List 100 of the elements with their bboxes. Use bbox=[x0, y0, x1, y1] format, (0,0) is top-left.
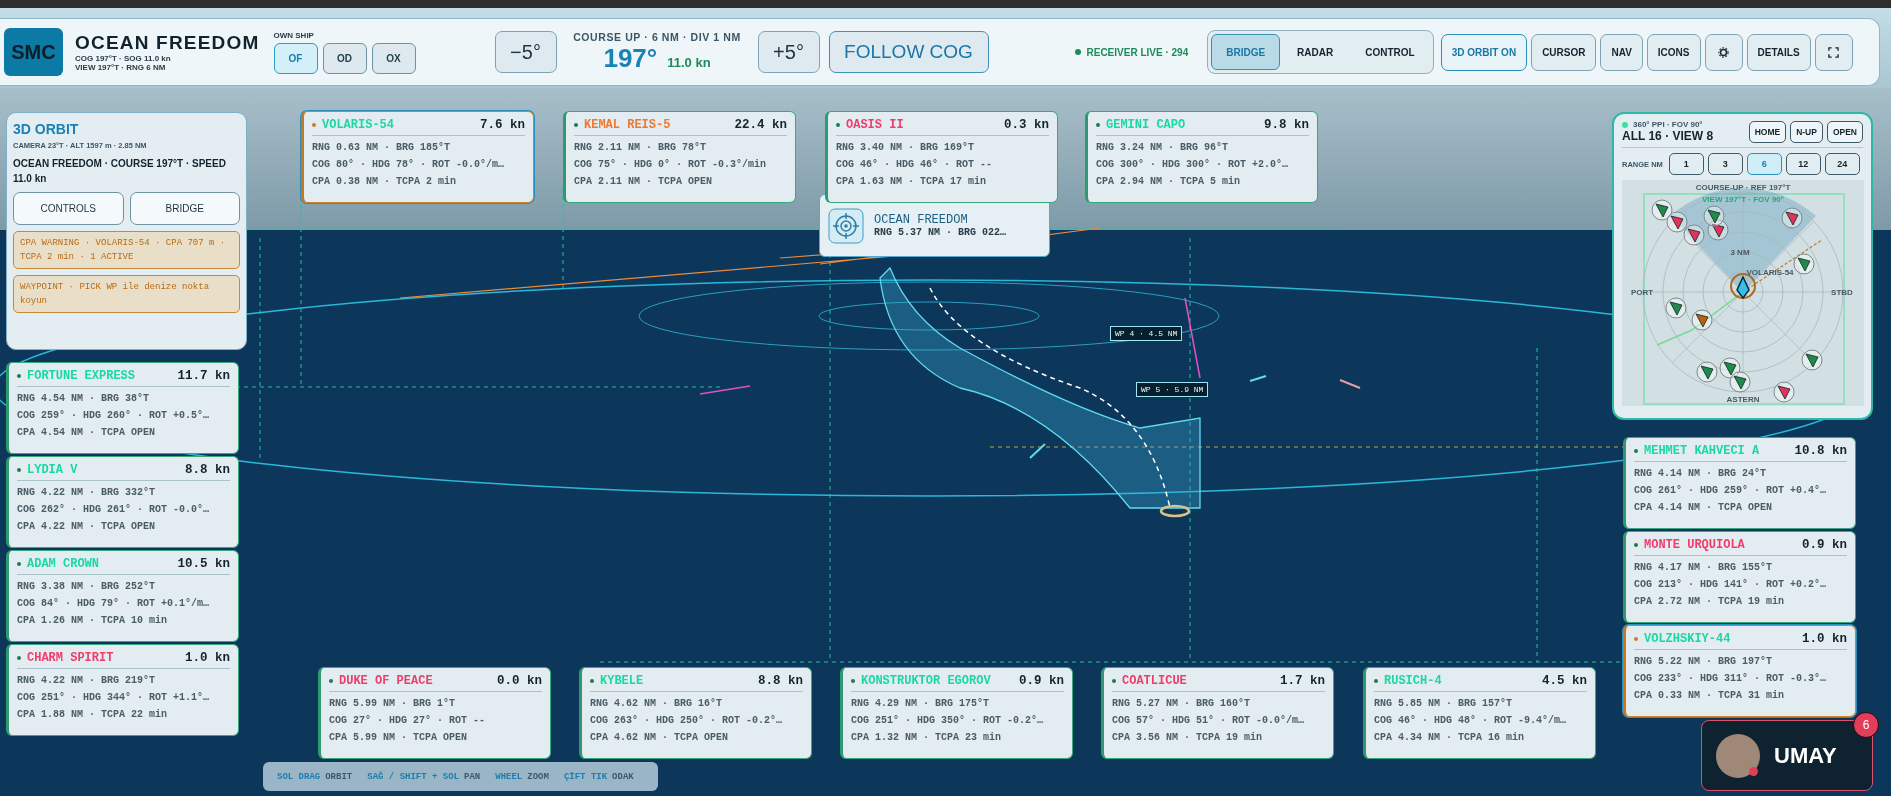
range-button[interactable]: 1 bbox=[1668, 153, 1704, 175]
vessel-marker[interactable] bbox=[1781, 207, 1803, 229]
range-button[interactable]: 24 bbox=[1824, 153, 1860, 175]
course-heading-text: COG 27° · HDG 27° · ROT -- bbox=[329, 714, 487, 728]
vessel-marker[interactable] bbox=[1801, 349, 1823, 371]
focus-vessel-name: OCEAN FREEDOM bbox=[874, 213, 969, 227]
course-heading-text: COG 84° · HDG 79° · ROT +0.1°/m… bbox=[17, 597, 211, 611]
status-dot-icon bbox=[851, 679, 855, 683]
rotate-right-button[interactable]: +5° bbox=[757, 31, 820, 73]
panel-button[interactable]: BRIDGE bbox=[129, 192, 240, 225]
vessel-speed: 0.0 kn bbox=[497, 674, 542, 688]
vessel-speed: 0.9 kn bbox=[1019, 674, 1064, 688]
status-dot-icon bbox=[17, 562, 21, 566]
live-dot-icon bbox=[1074, 49, 1081, 55]
toolbar-button[interactable]: CURSOR bbox=[1531, 33, 1597, 71]
port-label: PORT bbox=[1630, 288, 1654, 297]
vessel-marker[interactable] bbox=[1719, 357, 1741, 379]
own-ship-name: OCEAN FREEDOM bbox=[75, 32, 260, 54]
hint-action: PAN bbox=[464, 771, 481, 782]
range-bearing-text: RNG 3.40 NM · BRG 169°T bbox=[836, 141, 976, 155]
range-button[interactable]: 12 bbox=[1785, 153, 1821, 175]
live-dot-icon bbox=[1622, 121, 1628, 128]
own-ship-button[interactable]: OX bbox=[371, 42, 416, 74]
vessel-marker[interactable] bbox=[1729, 371, 1751, 393]
cpa-text: CPA 2.11 NM · TCPA OPEN bbox=[574, 175, 714, 189]
vessel-name: KEMAL REIS-5 bbox=[584, 118, 671, 132]
own-ship-view: VIEW 197°T · RNG 6 NM bbox=[75, 63, 167, 72]
rotate-left-button[interactable]: −5° bbox=[494, 31, 557, 73]
settings-button[interactable] bbox=[1704, 33, 1743, 71]
status-dot-icon bbox=[1634, 543, 1638, 547]
vessel-marker[interactable] bbox=[1683, 224, 1705, 246]
target-card[interactable]: COATLICUE 1.7 kn RNG 5.27 NM · BRG 160°T COG 57° · HDG 51° · ROT -0.0°/m… CPA 3.56 NM · TCPA 19 min bbox=[1101, 667, 1334, 759]
target-card[interactable]: MEHMET KAHVECI A 10.8 kn RNG 4.14 NM · BRG 24°T COG 261° · HDG 259° · ROT +0.4°… CPA 4.14 NM · TCPA OPEN bbox=[1623, 437, 1856, 529]
toolbar-button[interactable]: 3D ORBIT ON bbox=[1440, 33, 1528, 71]
fullscreen-button[interactable] bbox=[1814, 33, 1853, 71]
vessel-name: MEHMET KAHVECI A bbox=[1644, 444, 1760, 458]
panel-title: 3D ORBIT bbox=[13, 121, 80, 137]
vessel-marker[interactable] bbox=[1793, 253, 1815, 275]
course-heading-text: COG 46° · HDG 48° · ROT -9.4°/m… bbox=[1374, 714, 1568, 728]
vessel-marker[interactable] bbox=[1773, 381, 1795, 403]
own-ship-label: OWN SHIP bbox=[273, 30, 315, 40]
target-card[interactable]: RUSICH-4 4.5 kn RNG 5.85 NM · BRG 157°T COG 46° · HDG 48° · ROT -9.4°/m… CPA 4.34 NM · TCPA 16 min bbox=[1363, 667, 1596, 759]
user-name: UMAY bbox=[1774, 742, 1837, 769]
target-card[interactable]: VOLZHSKIY-44 1.0 kn RNG 5.22 NM · BRG 197°T COG 233° · HDG 311° · ROT -0.3°… CPA 0.33 NM · TCPA 31 min bbox=[1623, 625, 1856, 717]
own-ship-button[interactable]: OF bbox=[273, 42, 318, 74]
view-tab[interactable]: RADAR bbox=[1282, 34, 1349, 70]
target-card[interactable]: KEMAL REIS-5 22.4 kn RNG 2.11 NM · BRG 78°T COG 75° · HDG 0° · ROT -0.3°/min CPA 2.11 NM · TCPA OPEN bbox=[563, 111, 796, 203]
vessel-marker[interactable] bbox=[1696, 361, 1718, 383]
target-card[interactable]: DUKE OF PEACE 0.0 kn RNG 5.99 NM · BRG 1°T COG 27° · HDG 27° · ROT -- CPA 5.99 NM · TCPA OPEN bbox=[318, 667, 551, 759]
astern-label: ASTERN bbox=[1726, 395, 1760, 404]
course-heading-text: COG 300° · HDG 300° · ROT +2.0°… bbox=[1096, 158, 1290, 172]
target-card[interactable]: OASIS II 0.3 kn RNG 3.40 NM · BRG 169°T COG 46° · HDG 46° · ROT -- CPA 1.63 NM · TCPA 17 min bbox=[825, 111, 1058, 203]
status-dot-icon bbox=[574, 123, 578, 127]
target-card[interactable]: KYBELE 8.8 kn RNG 4.62 NM · BRG 16°T COG 263° · HDG 250° · ROT -0.2°… CPA 4.62 NM · TCPA OPEN bbox=[579, 667, 812, 759]
vessel-speed: 0.9 kn bbox=[1802, 538, 1847, 552]
course-heading-text: COG 213° · HDG 141° · ROT +0.2°… bbox=[1634, 578, 1828, 592]
target-card[interactable]: CHARM SPIRIT 1.0 kn RNG 4.22 NM · BRG 219°T COG 251° · HDG 344° · ROT +1.1°… CPA 1.88 NM · TCPA 22 min bbox=[6, 644, 239, 736]
panel-button[interactable]: CONTROLS bbox=[13, 192, 124, 225]
radar-button[interactable]: HOME bbox=[1748, 120, 1787, 143]
target-card[interactable]: VOLARIS-54 7.6 kn RNG 0.63 NM · BRG 185°T COG 80° · HDG 78° · ROT -0.0°/m… CPA 0.38 NM · TCPA 2 min bbox=[301, 111, 534, 203]
view-tab[interactable]: CONTROL bbox=[1350, 34, 1430, 70]
course-heading-text: COG 262° · HDG 261° · ROT -0.0°… bbox=[17, 503, 211, 517]
range-ring-label: 3 NM bbox=[1730, 248, 1750, 257]
cpa-text: CPA 4.14 NM · TCPA OPEN bbox=[1634, 501, 1774, 515]
avatar bbox=[1716, 733, 1760, 778]
status-dot-icon bbox=[1634, 449, 1638, 453]
target-card[interactable]: FORTUNE EXPRESS 11.7 kn RNG 4.54 NM · BRG 38°T COG 259° · HDG 260° · ROT +0.5°… CPA 4.54 NM · TCPA OPEN bbox=[6, 362, 239, 454]
range-bearing-text: RNG 4.22 NM · BRG 219°T bbox=[17, 674, 157, 688]
status-dot-icon bbox=[1374, 679, 1378, 683]
target-card[interactable]: KONSTRUKTOR EGOROV 0.9 kn RNG 4.29 NM · BRG 175°T COG 251° · HDG 350° · ROT -0.2°… CPA 1.32 NM · TCPA 23 min bbox=[840, 667, 1073, 759]
vessel-marker[interactable] bbox=[1691, 309, 1713, 331]
vessel-speed: 9.8 kn bbox=[1264, 118, 1309, 132]
vessel-marker[interactable] bbox=[1665, 297, 1687, 319]
target-card[interactable]: GEMINI CAPO 9.8 kn RNG 3.24 NM · BRG 96°T COG 300° · HDG 300° · ROT +2.0°… CPA 2.94 NM · TCPA 5 min bbox=[1085, 111, 1318, 203]
target-card[interactable]: ADAM CROWN 10.5 kn RNG 3.38 NM · BRG 252°T COG 84° · HDG 79° · ROT +0.1°/m… CPA 1.26 NM · TCPA 10 min bbox=[6, 550, 239, 642]
vessel-name: CHARM SPIRIT bbox=[27, 651, 114, 665]
course-mode: COURSE UP · 6 NM · DIV 1 NM bbox=[572, 30, 742, 43]
vessel-speed: 10.5 kn bbox=[177, 557, 230, 571]
vessel-marker[interactable] bbox=[1666, 211, 1688, 233]
hint-key: SOL DRAG bbox=[277, 771, 321, 782]
radar-reference: COURSE-UP · REF 197°T bbox=[1695, 183, 1791, 192]
range-button[interactable]: 3 bbox=[1707, 153, 1743, 175]
vessel-marker[interactable] bbox=[1707, 219, 1729, 241]
toolbar-button[interactable]: DETAILS bbox=[1746, 33, 1811, 71]
radar-button[interactable]: N-UP bbox=[1790, 120, 1823, 143]
vessel-speed: 8.8 kn bbox=[758, 674, 803, 688]
hint-action: ORBIT bbox=[325, 771, 353, 782]
target-card[interactable]: LYDIA V 8.8 kn RNG 4.22 NM · BRG 332°T COG 262° · HDG 261° · ROT -0.0°… CPA 4.22 NM · TCPA OPEN bbox=[6, 456, 239, 548]
toolbar-button[interactable]: ICONS bbox=[1646, 33, 1701, 71]
own-ship-button[interactable]: OD bbox=[322, 42, 367, 74]
radar-button[interactable]: OPEN bbox=[1826, 120, 1863, 143]
vessel-name: VOLZHSKIY-44 bbox=[1644, 632, 1731, 646]
vessel-speed: 7.6 kn bbox=[480, 118, 525, 132]
range-bearing-text: RNG 4.14 NM · BRG 24°T bbox=[1634, 467, 1768, 481]
vessel-marker[interactable] bbox=[1651, 199, 1673, 221]
toolbar-button[interactable]: NAV bbox=[1600, 33, 1643, 71]
target-card[interactable]: MONTE URQUIOLA 0.9 kn RNG 4.17 NM · BRG 155°T COG 213° · HDG 141° · ROT +0.2°… CPA 2.72 NM · TCPA 19 min bbox=[1623, 531, 1856, 623]
range-button[interactable]: 6 bbox=[1746, 153, 1782, 175]
follow-cog-button[interactable]: FOLLOW COG bbox=[828, 31, 989, 73]
vessel-marker[interactable] bbox=[1703, 205, 1725, 227]
